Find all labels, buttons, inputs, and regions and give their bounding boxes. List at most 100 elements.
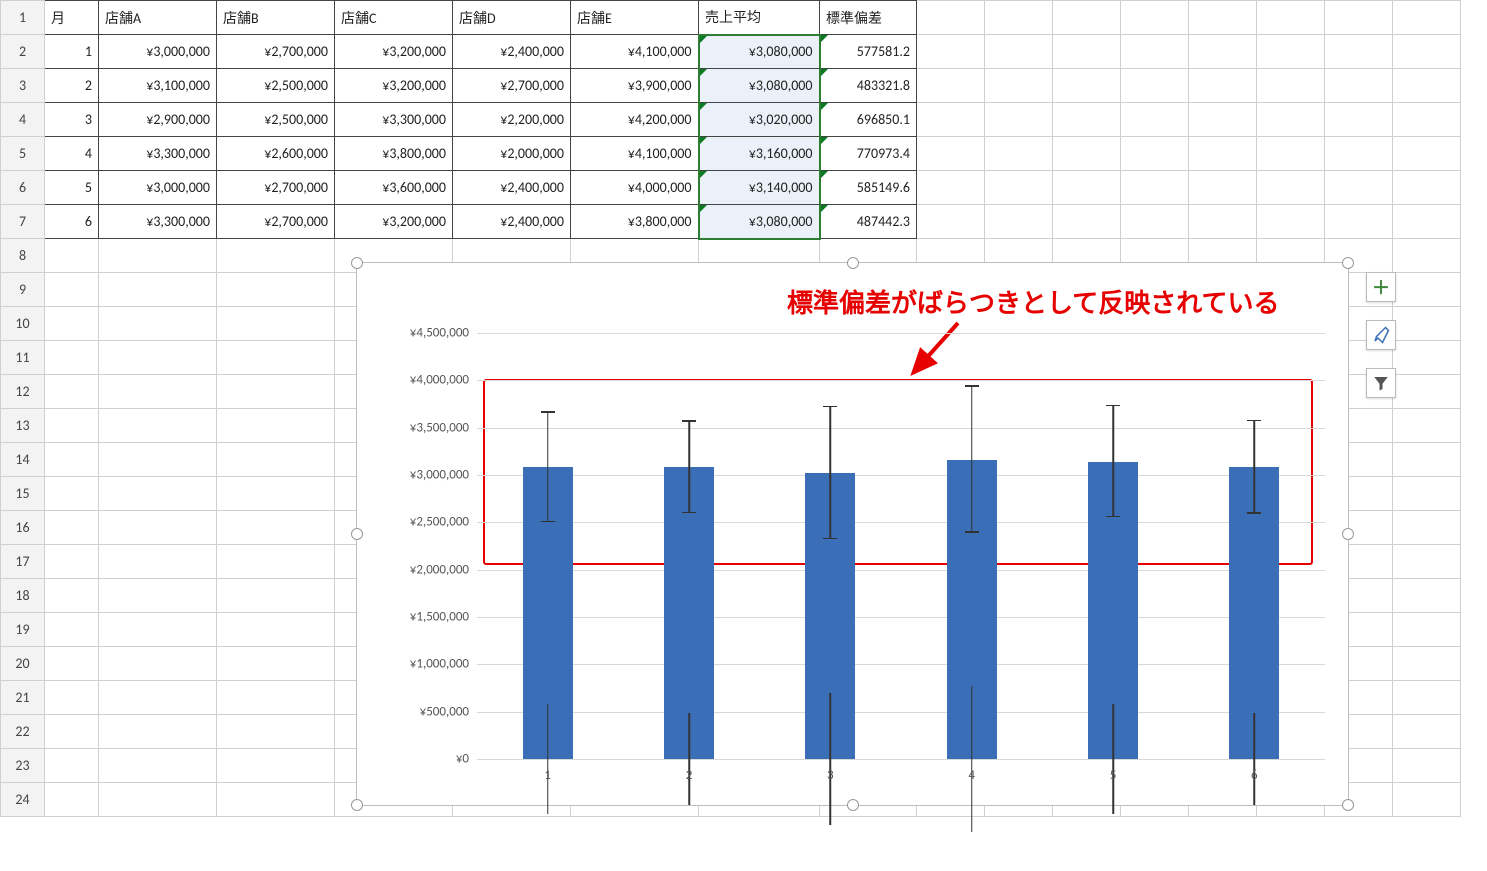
row-header[interactable]: 13 xyxy=(1,409,45,443)
cell[interactable] xyxy=(217,511,335,545)
cell[interactable] xyxy=(1393,171,1461,205)
row-header[interactable]: 11 xyxy=(1,341,45,375)
cell[interactable] xyxy=(1121,103,1189,137)
cell[interactable]: ¥3,140,000 xyxy=(699,171,820,205)
cell[interactable] xyxy=(1393,35,1461,69)
cell[interactable] xyxy=(917,137,985,171)
cell[interactable]: ¥4,000,000 xyxy=(571,171,699,205)
cell[interactable] xyxy=(1189,69,1257,103)
cell[interactable] xyxy=(99,613,217,647)
resize-handle[interactable] xyxy=(1342,799,1354,811)
cell[interactable]: 2 xyxy=(45,69,99,103)
cell[interactable] xyxy=(45,341,99,375)
cell[interactable] xyxy=(45,375,99,409)
cell[interactable] xyxy=(99,511,217,545)
cell[interactable]: ¥3,300,000 xyxy=(99,205,217,239)
cell[interactable] xyxy=(217,783,335,817)
resize-handle[interactable] xyxy=(847,799,859,811)
row-header[interactable]: 18 xyxy=(1,579,45,613)
cell[interactable] xyxy=(99,375,217,409)
cell[interactable] xyxy=(1189,171,1257,205)
cell[interactable] xyxy=(1053,69,1121,103)
cell[interactable]: ¥2,700,000 xyxy=(217,35,335,69)
cell[interactable]: ¥2,400,000 xyxy=(453,171,571,205)
cell[interactable] xyxy=(45,307,99,341)
cell[interactable]: 売上平均 xyxy=(699,1,820,35)
cell[interactable]: ¥3,080,000 xyxy=(699,69,820,103)
cell[interactable]: ¥3,200,000 xyxy=(335,69,453,103)
chart-filter-button[interactable] xyxy=(1366,368,1396,398)
cell[interactable]: 585149.6 xyxy=(820,171,917,205)
cell[interactable] xyxy=(1393,1,1461,35)
cell[interactable] xyxy=(99,647,217,681)
row-header[interactable]: 19 xyxy=(1,613,45,647)
cell[interactable]: ¥3,160,000 xyxy=(699,137,820,171)
cell[interactable]: ¥3,900,000 xyxy=(571,69,699,103)
cell[interactable] xyxy=(99,545,217,579)
cell[interactable] xyxy=(1325,35,1393,69)
row-header[interactable]: 14 xyxy=(1,443,45,477)
cell[interactable] xyxy=(217,715,335,749)
cell[interactable]: ¥3,800,000 xyxy=(335,137,453,171)
cell[interactable] xyxy=(1189,35,1257,69)
cell[interactable]: 1 xyxy=(45,35,99,69)
cell[interactable] xyxy=(985,103,1053,137)
cell[interactable] xyxy=(217,443,335,477)
cell[interactable] xyxy=(99,409,217,443)
cell[interactable] xyxy=(1121,1,1189,35)
cell[interactable] xyxy=(99,681,217,715)
row-header[interactable]: 20 xyxy=(1,647,45,681)
cell[interactable] xyxy=(1393,375,1461,409)
chart-styles-button[interactable] xyxy=(1366,320,1396,350)
cell[interactable]: ¥4,100,000 xyxy=(571,137,699,171)
row-header[interactable]: 2 xyxy=(1,35,45,69)
cell[interactable]: 6 xyxy=(45,205,99,239)
cell[interactable] xyxy=(1393,579,1461,613)
cell[interactable] xyxy=(1325,1,1393,35)
row-header[interactable]: 9 xyxy=(1,273,45,307)
cell[interactable]: ¥2,700,000 xyxy=(217,171,335,205)
cell[interactable] xyxy=(1393,647,1461,681)
cell[interactable] xyxy=(1393,511,1461,545)
chart-elements-button[interactable]: ＋ xyxy=(1366,272,1396,302)
row-header[interactable]: 23 xyxy=(1,749,45,783)
cell[interactable] xyxy=(917,103,985,137)
cell[interactable]: 店舗A xyxy=(99,1,217,35)
cell[interactable] xyxy=(917,205,985,239)
cell[interactable] xyxy=(1257,171,1325,205)
cell[interactable] xyxy=(1393,477,1461,511)
cell[interactable]: ¥3,300,000 xyxy=(99,137,217,171)
cell[interactable] xyxy=(1053,35,1121,69)
cell[interactable] xyxy=(1393,613,1461,647)
cell[interactable]: ¥3,600,000 xyxy=(335,171,453,205)
cell[interactable]: ¥3,200,000 xyxy=(335,35,453,69)
cell[interactable]: ¥2,200,000 xyxy=(453,103,571,137)
cell[interactable] xyxy=(917,1,985,35)
cell[interactable] xyxy=(99,239,217,273)
resize-handle[interactable] xyxy=(351,257,363,269)
cell[interactable] xyxy=(1393,273,1461,307)
resize-handle[interactable] xyxy=(351,799,363,811)
cell[interactable]: 483321.8 xyxy=(820,69,917,103)
row-header[interactable]: 1 xyxy=(1,1,45,35)
cell[interactable]: 577581.2 xyxy=(820,35,917,69)
cell[interactable]: ¥3,800,000 xyxy=(571,205,699,239)
cell[interactable] xyxy=(1257,35,1325,69)
cell[interactable] xyxy=(99,477,217,511)
cell[interactable] xyxy=(917,35,985,69)
cell[interactable] xyxy=(1325,205,1393,239)
cell[interactable] xyxy=(1393,137,1461,171)
cell[interactable] xyxy=(1393,205,1461,239)
cell[interactable] xyxy=(1393,69,1461,103)
row-header[interactable]: 16 xyxy=(1,511,45,545)
cell[interactable] xyxy=(1053,1,1121,35)
cell[interactable] xyxy=(1393,545,1461,579)
cell[interactable]: ¥3,300,000 xyxy=(335,103,453,137)
resize-handle[interactable] xyxy=(847,257,859,269)
cell[interactable] xyxy=(45,579,99,613)
cell[interactable]: ¥3,100,000 xyxy=(99,69,217,103)
cell[interactable] xyxy=(1053,205,1121,239)
cell[interactable] xyxy=(1189,1,1257,35)
cell[interactable] xyxy=(1393,783,1461,817)
cell[interactable] xyxy=(217,681,335,715)
